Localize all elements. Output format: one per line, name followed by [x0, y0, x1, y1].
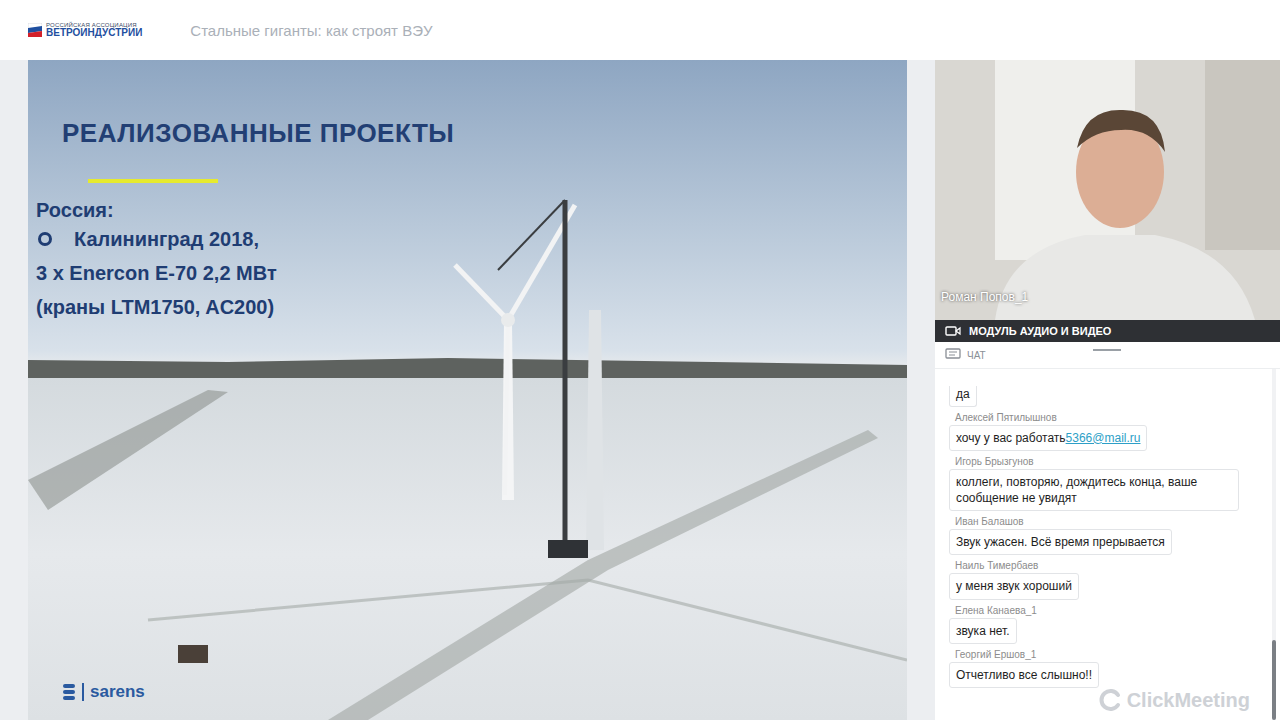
org-name-bottom: ВЕТРОИНДУСТРИИ: [46, 28, 142, 38]
chat-message: Иван БалашовЗвук ужасен. Всё время преры…: [949, 516, 1266, 555]
presenter-name: Роман Попов_1: [935, 290, 1280, 320]
org-logo[interactable]: РОССИЙСКАЯ АССОЦИАЦИЯВЕТРОИНДУСТРИИ: [28, 22, 142, 38]
chat-message: Георгий Ершов_1Отчетливо все слышно!!: [949, 649, 1266, 688]
sarens-icon: [62, 683, 84, 701]
slide-line: 3 x Enercon E-70 2,2 МВт: [36, 256, 907, 290]
flag-icon: [28, 23, 42, 37]
message-bubble: Звук ужасен. Всё время прерывается: [949, 529, 1172, 555]
clickmeeting-icon: [1099, 688, 1123, 712]
chat-message: Елена Канаева_1звука нет.: [949, 605, 1266, 644]
bullet-icon: [38, 232, 52, 246]
site-photo: [28, 60, 907, 720]
chat-message: Игорь Брызгуновколлеги, повторяю, дождит…: [949, 456, 1266, 511]
webcam-frame: [935, 60, 1280, 320]
message-bubble: у меня звук хороший: [949, 573, 1079, 599]
message-author: Наиль Тимербаев: [949, 560, 1038, 573]
chat-header[interactable]: ЧАТ: [935, 342, 1280, 369]
title-underline: [88, 179, 218, 183]
presentation-slide: РЕАЛИЗОВАННЫЕ ПРОЕКТЫ Россия:Калининград …: [28, 60, 907, 720]
camera-icon: [945, 325, 961, 337]
message-bubble: звука нет.: [949, 618, 1017, 644]
slide-line: Калининград 2018,: [36, 222, 907, 256]
chat-message: Наиль Тимербаеву меня звук хороший: [949, 560, 1266, 599]
slide-country: Россия:: [36, 199, 907, 222]
message-author: Елена Канаева_1: [949, 605, 1037, 618]
message-author: Алексей Пятилышнов: [949, 412, 1057, 425]
chat-icon: [945, 348, 961, 362]
chat-message: Алексей Пятилышновхочу у вас работать536…: [949, 412, 1266, 451]
message-author: Игорь Брызгунов: [949, 456, 1034, 469]
message-bubble: Отчетливо все слышно!!: [949, 662, 1099, 688]
clickmeeting-watermark: ClickMeeting: [1099, 688, 1250, 712]
presenter-video: Роман Попов_1: [935, 60, 1280, 320]
message-bubble: коллеги, повторяю, дождитесь конца, ваше…: [949, 469, 1239, 511]
slide-line: (краны LTM1750, AC200): [36, 290, 907, 324]
sarens-logo: sarens: [62, 682, 907, 702]
av-module-bar[interactable]: МОДУЛЬ АУДИО И ВИДЕО: [935, 320, 1280, 342]
message-bubble: хочу у вас работать5366@mail.ru: [949, 425, 1147, 451]
slide-title: РЕАЛИЗОВАННЫЕ ПРОЕКТЫ: [62, 118, 907, 149]
chat-message: да: [949, 386, 1266, 407]
webinar-screen: РОССИЙСКАЯ АССОЦИАЦИЯВЕТРОИНДУСТРИИ Сталь…: [0, 0, 1280, 720]
panel-resize-handle[interactable]: [1093, 349, 1121, 351]
message-bubble: да: [949, 386, 977, 407]
scrollbar-thumb[interactable]: [1272, 640, 1276, 720]
side-panel: Роман Попов_1МОДУЛЬ АУДИО И ВИДЕОЧАТ да Ал…: [935, 60, 1280, 720]
message-author: Георгий Ершов_1: [949, 649, 1036, 662]
webinar-title: Стальные гиганты: как строят ВЭУ: [190, 22, 432, 39]
stage: РЕАЛИЗОВАННЫЕ ПРОЕКТЫ Россия:Калининград …: [0, 60, 1280, 720]
message-link[interactable]: 5366@mail.ru: [1066, 431, 1141, 445]
chat-messages: да Алексей Пятилышновхочу у вас работать5…: [935, 369, 1280, 720]
chat-scrollbar[interactable]: [1272, 369, 1276, 720]
message-author: Иван Балашов: [949, 516, 1024, 529]
top-bar: РОССИЙСКАЯ АССОЦИАЦИЯВЕТРОИНДУСТРИИ Сталь…: [0, 0, 1280, 60]
